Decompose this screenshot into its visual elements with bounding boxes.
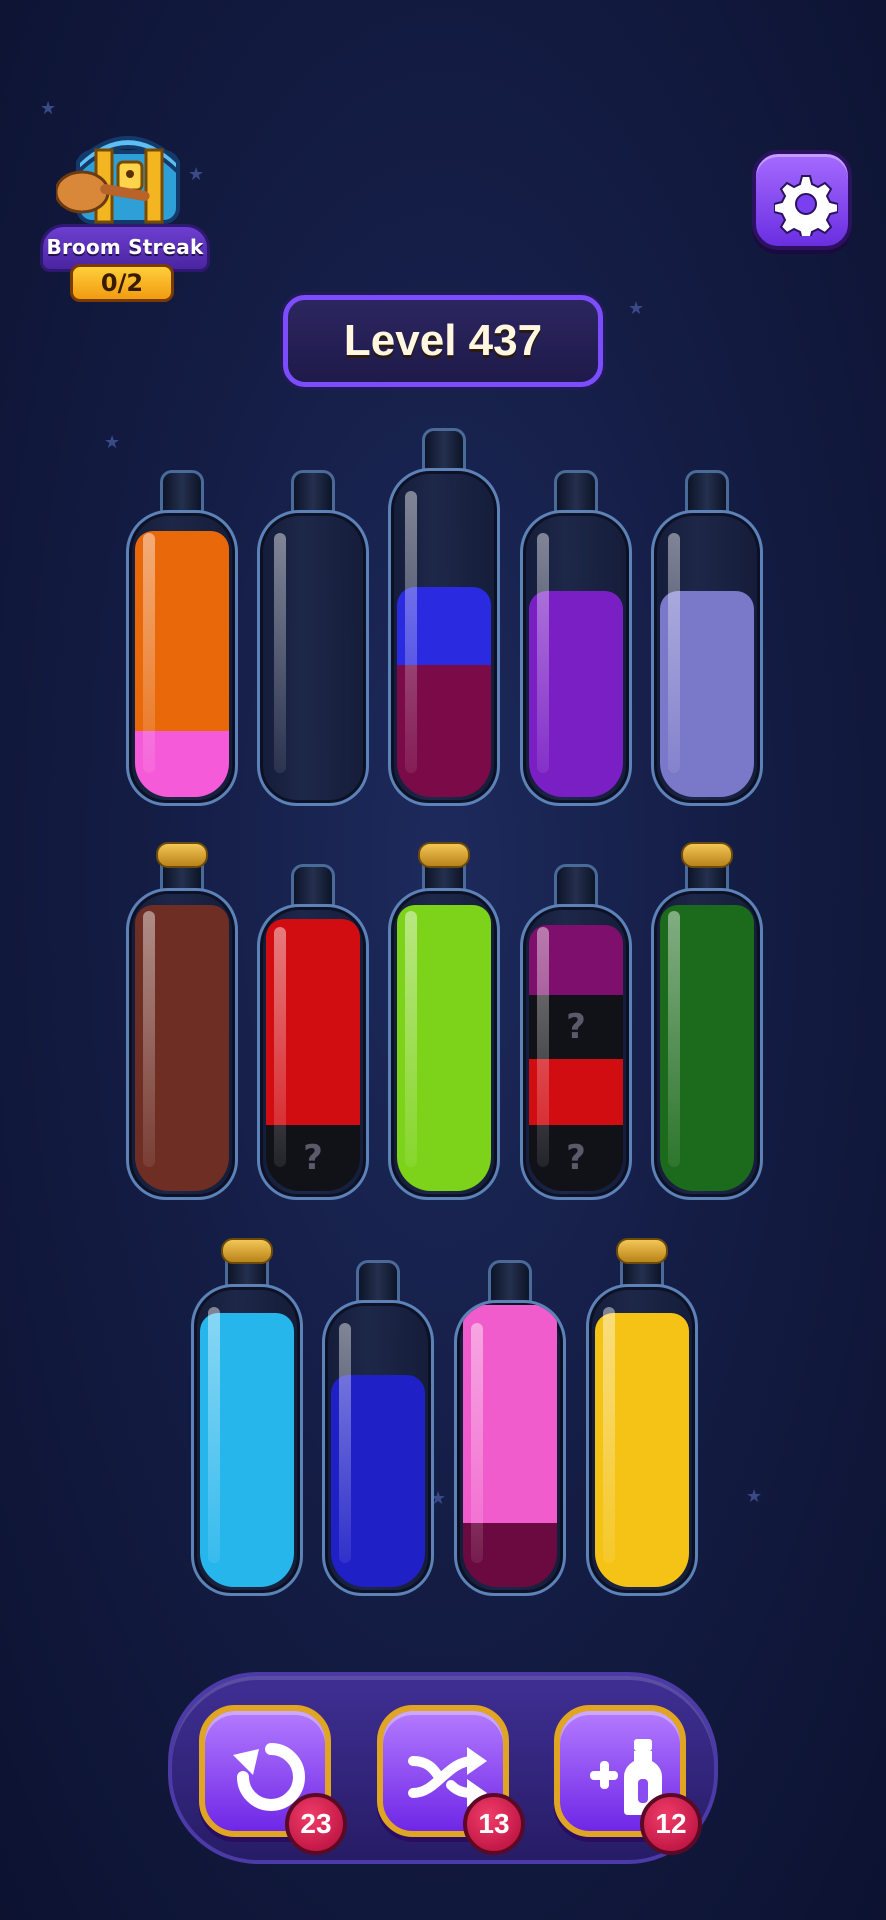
bottle-neck [160, 470, 204, 514]
glass-shine [208, 1307, 220, 1563]
treasure-chest-icon [56, 136, 180, 224]
bottle-body [651, 888, 763, 1200]
glass-shine [668, 533, 680, 773]
bottle-body [651, 510, 763, 806]
undo-button[interactable]: 23 [199, 1705, 347, 1855]
settings-button[interactable] [752, 150, 852, 250]
add-bottle-count-badge: 12 [640, 1793, 702, 1855]
bottle[interactable] [322, 1260, 434, 1596]
glass-shine [143, 533, 155, 773]
bottle[interactable] [388, 428, 500, 806]
cork-icon [418, 842, 470, 868]
bottle[interactable] [191, 1238, 303, 1596]
bottle[interactable] [126, 470, 238, 806]
broom-streak-count: 0/2 [70, 264, 174, 302]
glass-shine [274, 927, 286, 1167]
bottle-body [586, 1284, 698, 1596]
bottle-neck [554, 864, 598, 908]
bottle[interactable] [257, 470, 369, 806]
bottle-body [454, 1300, 566, 1596]
glass-shine [274, 533, 286, 773]
glass-shine [537, 927, 549, 1167]
glass-shine [143, 911, 155, 1167]
star-icon: ★ [104, 432, 121, 453]
bottle[interactable]: ? [257, 864, 369, 1200]
star-icon: ★ [746, 1486, 763, 1507]
bottle-neck [422, 428, 466, 472]
bottle-body [126, 510, 238, 806]
bottle[interactable]: ?? [520, 864, 632, 1200]
glass-shine [339, 1323, 351, 1563]
level-title: Level 437 [283, 295, 603, 387]
bottle[interactable] [586, 1238, 698, 1596]
bottle-neck [685, 470, 729, 514]
bottle-body: ?? [520, 904, 632, 1200]
bottle-body [388, 468, 500, 806]
glass-shine [603, 1307, 615, 1563]
glass-shine [405, 911, 417, 1167]
glass-shine [537, 533, 549, 773]
bottle-body [388, 888, 500, 1200]
bottle-body [322, 1300, 434, 1596]
bottle-body: ? [257, 904, 369, 1200]
bottle[interactable] [520, 470, 632, 806]
cork-icon [616, 1238, 668, 1264]
bottle[interactable] [126, 842, 238, 1200]
bottle-neck [291, 470, 335, 514]
bottle[interactable] [454, 1260, 566, 1596]
bottle-neck [356, 1260, 400, 1304]
bottle-body [191, 1284, 303, 1596]
shuffle-count-badge: 13 [463, 1793, 525, 1855]
bottle[interactable] [651, 470, 763, 806]
cork-icon [156, 842, 208, 868]
glass-shine [471, 1323, 483, 1563]
bottle-body [257, 510, 369, 806]
shuffle-button[interactable]: 13 [377, 1705, 525, 1855]
bottle-body [520, 510, 632, 806]
glass-shine [668, 911, 680, 1167]
glass-shine [405, 491, 417, 773]
add-bottle-button[interactable]: 12 [554, 1705, 702, 1855]
bottle[interactable] [388, 842, 500, 1200]
cork-icon [221, 1238, 273, 1264]
bottle-neck [554, 470, 598, 514]
undo-count-badge: 23 [285, 1793, 347, 1855]
bottle[interactable] [651, 842, 763, 1200]
cork-icon [681, 842, 733, 868]
gear-icon [774, 175, 838, 236]
bottle-neck [291, 864, 335, 908]
broom-streak-widget[interactable]: Broom Streak 0/2 [12, 112, 212, 302]
bottle-body [126, 888, 238, 1200]
star-icon: ★ [628, 298, 645, 319]
bottle-neck [488, 1260, 532, 1304]
